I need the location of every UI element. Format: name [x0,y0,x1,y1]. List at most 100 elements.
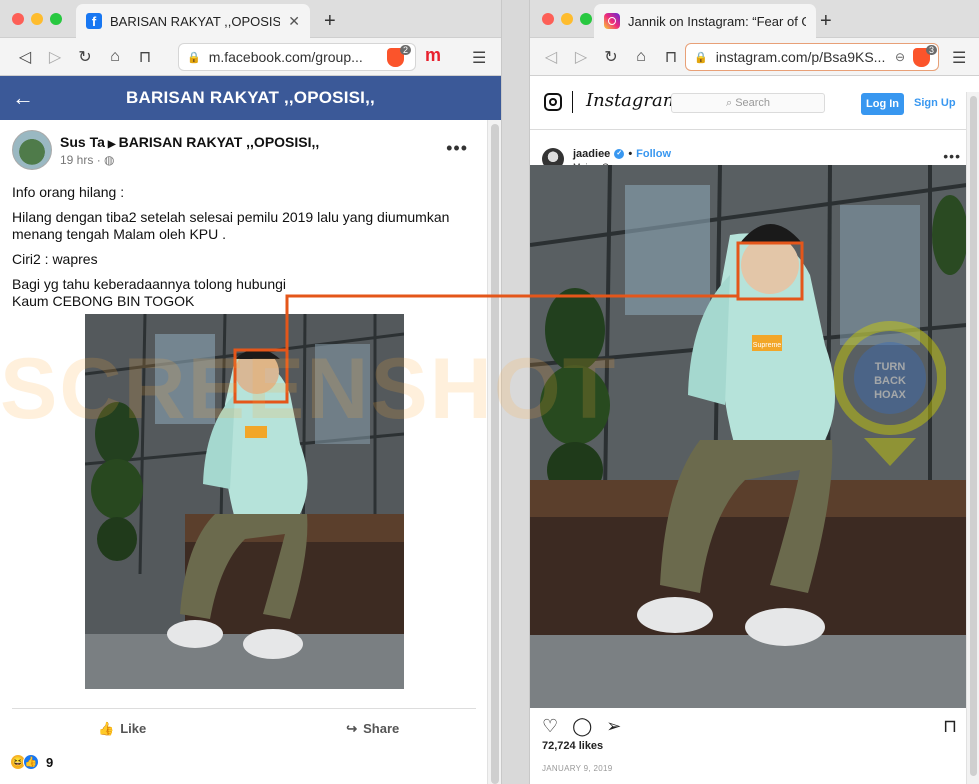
shield-count-badge: 2 [399,45,411,55]
dot-separator: • [628,148,633,160]
new-tab-button[interactable]: + [324,10,336,33]
post-photo[interactable] [85,314,404,689]
post-text: Info orang hilang : Hilang dengan tiba2 … [12,184,476,310]
photo-logo-text: Supreme [753,342,782,349]
zoom-icon[interactable]: ⊖ [895,50,905,64]
back-arrow-icon[interactable]: ◁ [536,47,566,67]
facebook-group-header: ← BARISAN RAKYAT ,,OPOSISI,, [0,76,501,120]
post-line: Info orang hilang : [12,184,125,200]
brave-shield-icon[interactable]: 3 [913,44,937,67]
forward-arrow-icon[interactable]: ▷ [566,47,596,67]
lock-icon: 🔒 [694,51,708,64]
comparison-stage: f BARISAN RAKYAT ,,OPOSISI,, ✕ + ◁ ▷ ↻ ⌂… [0,0,979,784]
search-placeholder: Search [735,97,771,109]
post-line: Ciri2 : wapres [12,251,98,267]
post-line: Bagi yg tahu keberadaannya tolong hubung… [12,276,286,292]
close-tab-icon[interactable]: ✕ [288,13,300,30]
group-name[interactable]: BARISAN RAKYAT ,,OPOSISI,, [119,134,320,150]
minimize-window-button[interactable] [31,13,43,25]
minimize-window-button[interactable] [561,13,573,25]
search-icon: ⌕ [725,97,733,109]
post-line: Kaum CEBONG BIN TOGOK [12,293,195,309]
share-paper-plane-icon[interactable]: ➢ [606,716,621,737]
follow-button[interactable]: Follow [636,148,671,160]
browser-toolbar: ◁ ▷ ↻ ⌂ ⊓ 🔒 m.facebook.com/group... 2 m … [0,38,501,76]
address-bar[interactable]: 🔒 instagram.com/p/Bsa9KS... ⊖ 3 [685,43,939,71]
new-tab-button[interactable]: + [820,10,832,33]
save-bookmark-icon[interactable]: ⊓ [943,716,957,737]
url-text: instagram.com/p/Bsa9KS... [715,49,886,65]
verified-badge-icon: ✓ [614,149,625,159]
divider [572,91,573,113]
reload-icon[interactable]: ↻ [596,47,626,67]
extension-m-icon[interactable]: m [425,45,441,66]
shield-count-badge: 3 [925,44,937,55]
signup-link[interactable]: Sign Up [914,97,956,109]
author-name[interactable]: Sus Ta [60,134,105,150]
author-avatar[interactable] [12,130,52,170]
hamburger-menu-icon[interactable]: ☰ [472,48,486,68]
more-options-icon[interactable]: ••• [446,138,468,159]
window-controls [542,13,592,25]
reload-icon[interactable]: ↻ [70,47,100,67]
instagram-favicon-icon [604,13,620,29]
author-line: Sus Ta ▶ BARISAN RAKYAT ,,OPOSISI,, [60,134,319,150]
post-date: JANUARY 9, 2019 [542,764,613,773]
browser-tab[interactable]: Jannik on Instagram: “Fear of Gra [594,4,816,38]
scrollbar[interactable] [966,92,979,784]
share-label: Share [363,721,400,736]
window-controls [12,13,62,25]
close-window-button[interactable] [542,13,554,25]
username-row: jaadiee ✓ • Follow [573,148,671,160]
instagram-navbar: Instagram ⌕ Search Log In Sign Up [530,76,979,130]
username[interactable]: jaadiee [573,148,610,160]
browser-tab[interactable]: f BARISAN RAKYAT ,,OPOSISI,, ✕ [76,4,310,38]
brave-shield-icon[interactable]: 2 [387,45,411,67]
title-bar: f BARISAN RAKYAT ,,OPOSISI,, ✕ + [0,0,501,38]
facebook-post: Sus Ta ▶ BARISAN RAKYAT ,,OPOSISI,, 19 hrs… [0,120,488,328]
search-input[interactable]: ⌕ Search [671,93,825,113]
reactions-summary[interactable]: 😆 👍 9 [10,754,53,770]
browser-toolbar: ◁ ▷ ↻ ⌂ ⊓ 🔒 instagram.com/p/Bsa9KS... ⊖ … [530,38,979,76]
back-arrow-icon[interactable]: ← [12,85,34,111]
address-bar[interactable]: 🔒 m.facebook.com/group... [178,43,416,71]
instagram-camera-icon[interactable] [544,93,562,111]
lock-icon: 🔒 [187,51,201,64]
scrollbar-thumb[interactable] [491,124,499,784]
home-icon[interactable]: ⌂ [100,48,130,66]
maximize-window-button[interactable] [50,13,62,25]
heart-icon[interactable]: ♡ [542,716,558,737]
close-window-button[interactable] [12,13,24,25]
maximize-window-button[interactable] [580,13,592,25]
comment-icon[interactable]: ◯ [572,716,592,737]
post-photo[interactable]: Supreme [530,165,967,708]
post-line: Hilang dengan tiba2 setelah selesai pemi… [12,209,450,242]
thumbs-up-icon: 👍 [98,720,115,736]
forward-arrow-icon[interactable]: ▷ [40,47,70,67]
post-author-row: Sus Ta ▶ BARISAN RAKYAT ,,OPOSISI,, 19 hrs… [12,130,476,170]
scrollbar[interactable] [487,120,501,784]
url-text: m.facebook.com/group... [208,49,363,65]
like-button[interactable]: 👍 Like [98,721,146,737]
likes-count[interactable]: 72,724 likes [542,740,603,752]
home-icon[interactable]: ⌂ [626,48,656,66]
reaction-count: 9 [46,754,54,770]
title-bar: Jannik on Instagram: “Fear of Gra + [530,0,979,38]
hamburger-menu-icon[interactable]: ☰ [952,48,966,68]
post-time: 19 hrs · ◍ [60,152,115,167]
share-button[interactable]: ↪ Share [346,721,399,737]
more-options-icon[interactable]: ••• [943,148,961,164]
post-actions: ♡ ◯ ➢ [542,716,957,737]
edited-photo-illustration [85,314,404,689]
back-arrow-icon[interactable]: ◁ [10,47,40,67]
original-photo-illustration: Supreme [530,165,967,708]
bookmark-icon[interactable]: ⊓ [130,47,160,67]
instagram-logo[interactable]: Instagram [586,90,680,111]
login-button[interactable]: Log In [861,93,904,115]
tab-title: Jannik on Instagram: “Fear of Gra [628,13,806,29]
scrollbar-thumb[interactable] [970,96,977,776]
globe-icon: ◍ [104,152,115,167]
like-reaction-icon: 👍 [23,754,39,770]
group-title: BARISAN RAKYAT ,,OPOSISI,, [126,88,375,107]
bookmark-icon[interactable]: ⊓ [656,47,686,67]
